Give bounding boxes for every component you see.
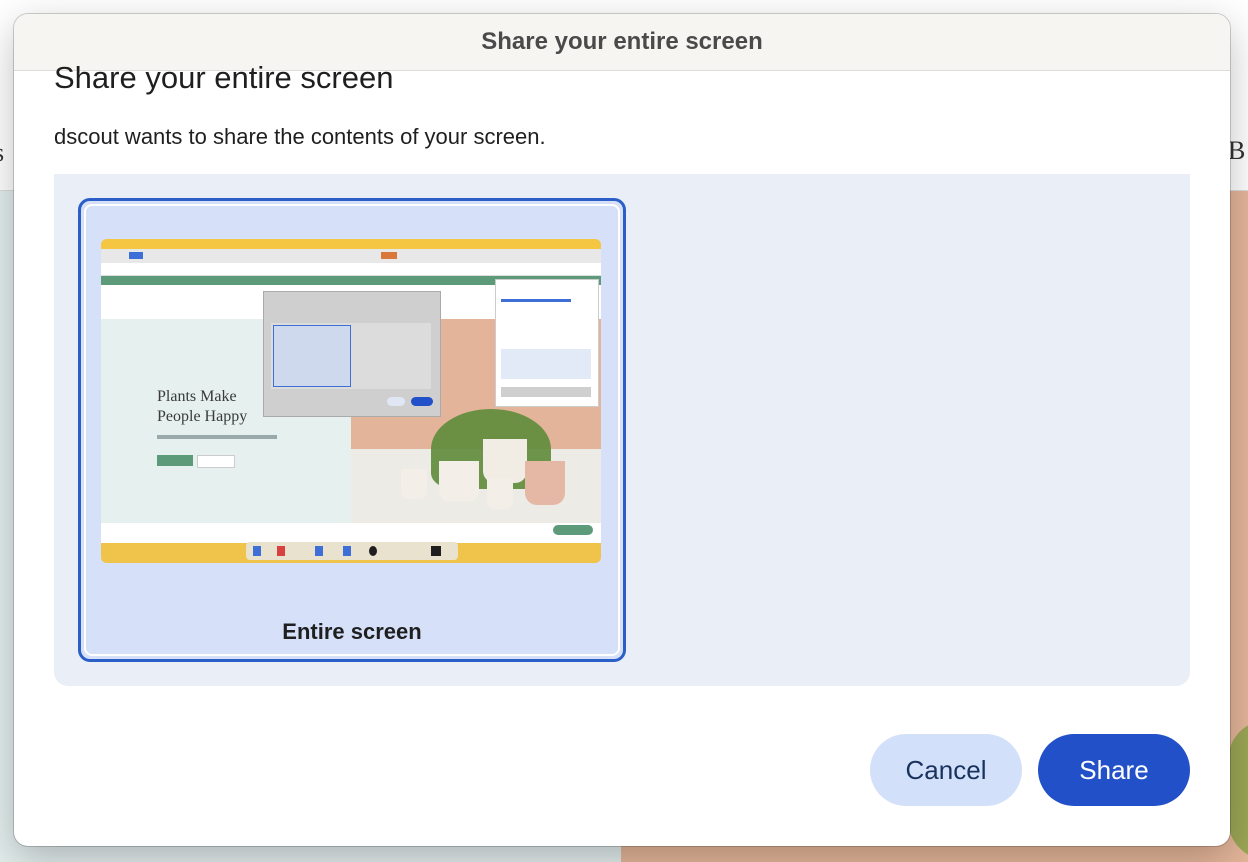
- thumbnail-hero-line2: People Happy: [157, 408, 248, 425]
- share-screen-dialog: Share your entire screen Share your enti…: [14, 14, 1230, 846]
- source-picker: Plants Make People Happy Entire screen: [54, 174, 1190, 686]
- thumbnail-hero-line1: Plants Make: [157, 388, 237, 405]
- screen-thumbnail: Plants Make People Happy: [101, 239, 601, 563]
- entire-screen-label: Entire screen: [282, 619, 422, 644]
- cancel-button[interactable]: Cancel: [870, 734, 1022, 806]
- share-button[interactable]: Share: [1038, 734, 1190, 806]
- dialog-description: dscout wants to share the contents of yo…: [54, 124, 546, 149]
- dialog-heading: Share your entire screen: [54, 60, 394, 95]
- background-edge-text-left: s: [0, 138, 4, 168]
- background-edge-text-right: B: [1228, 136, 1246, 165]
- entire-screen-option[interactable]: Plants Make People Happy Entire screen: [78, 198, 626, 662]
